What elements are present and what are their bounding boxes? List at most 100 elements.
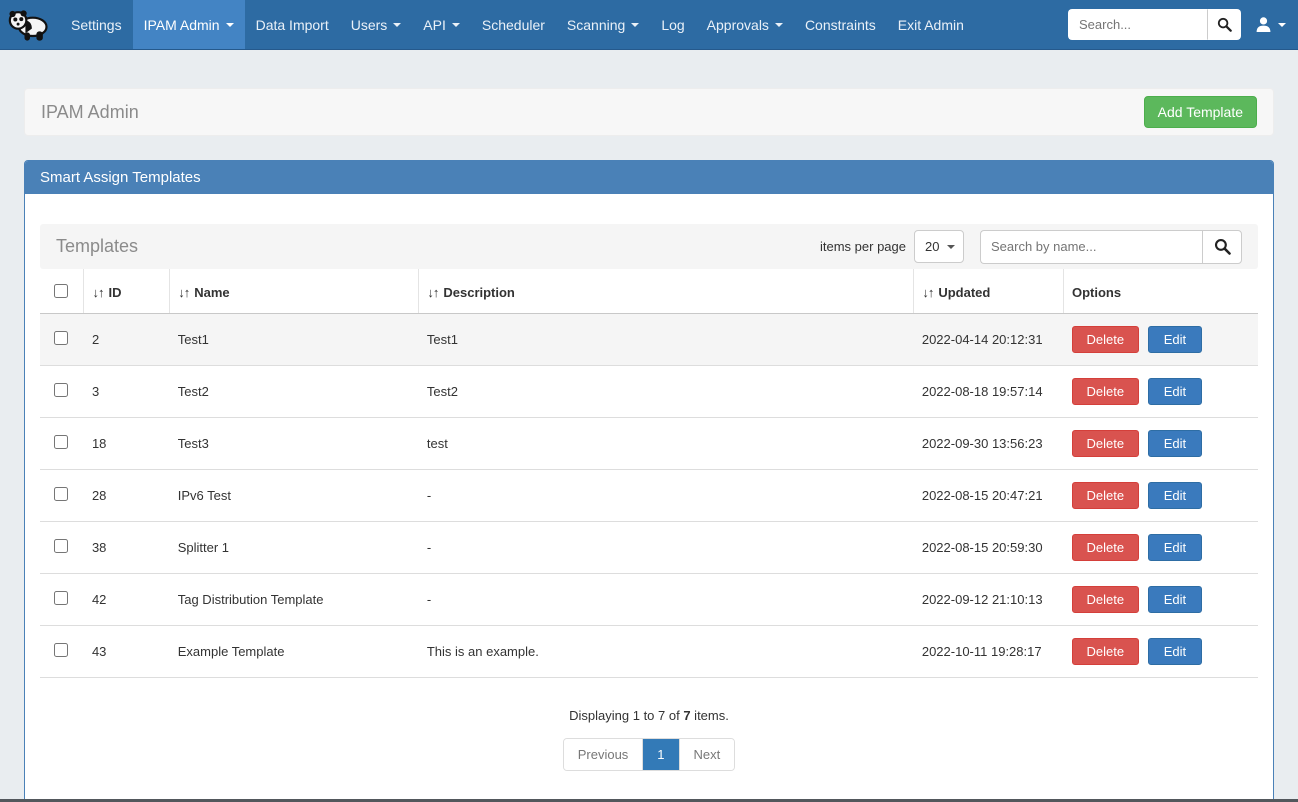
items-per-page-select[interactable]: 20 xyxy=(914,230,964,263)
nav-item-scanning[interactable]: Scanning xyxy=(556,0,650,49)
nav-item-label: Log xyxy=(661,17,684,33)
select-all-checkbox[interactable] xyxy=(54,284,68,298)
table-row: 28 IPv6 Test - 2022-08-15 20:47:21 Delet… xyxy=(40,470,1258,522)
results-summary: Displaying 1 to 7 of 7 items. xyxy=(40,708,1258,723)
cell-name: Test2 xyxy=(170,366,419,418)
table-row: 18 Test3 test 2022-09-30 13:56:23 Delete… xyxy=(40,418,1258,470)
sort-icon[interactable]: ↓↑ xyxy=(427,285,438,300)
nav-item-label: API xyxy=(423,17,446,33)
navbar: Settings IPAM Admin Data Import Users AP… xyxy=(0,0,1298,50)
sort-icon[interactable]: ↓↑ xyxy=(92,285,103,300)
nav-item-settings[interactable]: Settings xyxy=(60,0,133,49)
cell-id: 3 xyxy=(84,366,170,418)
cell-description: - xyxy=(419,470,914,522)
cell-checkbox xyxy=(40,626,84,678)
nav-item-data-import[interactable]: Data Import xyxy=(245,0,340,49)
row-checkbox[interactable] xyxy=(54,383,68,397)
cell-options: Delete Edit xyxy=(1064,366,1259,418)
row-checkbox[interactable] xyxy=(54,435,68,449)
row-checkbox[interactable] xyxy=(54,487,68,501)
header-options: Options xyxy=(1064,269,1259,314)
nav-item-users[interactable]: Users xyxy=(340,0,413,49)
search-icon xyxy=(1217,17,1232,32)
edit-button[interactable]: Edit xyxy=(1148,326,1202,353)
cell-checkbox xyxy=(40,366,84,418)
header-description[interactable]: ↓↑Description xyxy=(419,269,914,314)
screen: Settings IPAM Admin Data Import Users AP… xyxy=(0,0,1298,802)
panda-logo-icon[interactable] xyxy=(0,0,60,49)
cell-name: Test1 xyxy=(170,314,419,366)
search-by-name-input[interactable] xyxy=(980,230,1202,264)
user-menu-button[interactable] xyxy=(1255,16,1286,33)
add-template-button[interactable]: Add Template xyxy=(1144,96,1257,128)
table-row: 3 Test2 Test2 2022-08-18 19:57:14 Delete… xyxy=(40,366,1258,418)
nav-item-scheduler[interactable]: Scheduler xyxy=(471,0,556,49)
cell-options: Delete Edit xyxy=(1064,418,1259,470)
nav-items: Settings IPAM Admin Data Import Users AP… xyxy=(60,0,975,49)
page-1-button[interactable]: 1 xyxy=(642,739,678,770)
row-checkbox[interactable] xyxy=(54,591,68,605)
toolbar-controls: items per page 20 xyxy=(820,230,1242,264)
nav-item-constraints[interactable]: Constraints xyxy=(794,0,887,49)
row-checkbox[interactable] xyxy=(54,539,68,553)
caret-down-icon xyxy=(226,23,234,27)
cell-id: 28 xyxy=(84,470,170,522)
cell-updated: 2022-10-11 19:28:17 xyxy=(914,626,1064,678)
pagination: Previous 1 Next xyxy=(563,738,736,771)
select-all-header xyxy=(40,269,84,314)
edit-button[interactable]: Edit xyxy=(1148,378,1202,405)
cell-checkbox xyxy=(40,418,84,470)
delete-button[interactable]: Delete xyxy=(1072,378,1140,405)
nav-item-api[interactable]: API xyxy=(412,0,471,49)
panel-heading: Smart Assign Templates xyxy=(25,161,1273,194)
next-page-button[interactable]: Next xyxy=(679,739,735,770)
nav-item-label: Settings xyxy=(71,17,122,33)
table-search-group xyxy=(980,230,1242,264)
table-row: 43 Example Template This is an example. … xyxy=(40,626,1258,678)
delete-button[interactable]: Delete xyxy=(1072,638,1140,665)
table-row: 38 Splitter 1 - 2022-08-15 20:59:30 Dele… xyxy=(40,522,1258,574)
delete-button[interactable]: Delete xyxy=(1072,586,1140,613)
caret-down-icon xyxy=(775,23,783,27)
sort-icon[interactable]: ↓↑ xyxy=(922,285,933,300)
cell-updated: 2022-09-30 13:56:23 xyxy=(914,418,1064,470)
row-checkbox[interactable] xyxy=(54,643,68,657)
row-checkbox[interactable] xyxy=(54,331,68,345)
header-name[interactable]: ↓↑Name xyxy=(170,269,419,314)
cell-description: test xyxy=(419,418,914,470)
edit-button[interactable]: Edit xyxy=(1148,430,1202,457)
nav-item-label: Approvals xyxy=(707,17,769,33)
delete-button[interactable]: Delete xyxy=(1072,534,1140,561)
templates-toolbar: Templates items per page 20 xyxy=(40,224,1258,269)
edit-button[interactable]: Edit xyxy=(1148,482,1202,509)
cell-updated: 2022-04-14 20:12:31 xyxy=(914,314,1064,366)
previous-page-button[interactable]: Previous xyxy=(564,739,643,770)
panda-logo-svg xyxy=(8,8,52,42)
header-updated[interactable]: ↓↑ Updated xyxy=(914,269,1064,314)
user-icon xyxy=(1255,16,1272,33)
navbar-search-button[interactable] xyxy=(1208,9,1241,40)
cell-updated: 2022-08-15 20:47:21 xyxy=(914,470,1064,522)
header-label: Updated xyxy=(938,285,990,300)
cell-id: 43 xyxy=(84,626,170,678)
cell-id: 38 xyxy=(84,522,170,574)
nav-item-exit-admin[interactable]: Exit Admin xyxy=(887,0,975,49)
header-label: ID xyxy=(108,285,121,300)
table-search-button[interactable] xyxy=(1202,230,1242,264)
edit-button[interactable]: Edit xyxy=(1148,586,1202,613)
nav-item-approvals[interactable]: Approvals xyxy=(696,0,794,49)
header-id[interactable]: ↓↑ ID xyxy=(84,269,170,314)
cell-description: Test1 xyxy=(419,314,914,366)
edit-button[interactable]: Edit xyxy=(1148,534,1202,561)
edit-button[interactable]: Edit xyxy=(1148,638,1202,665)
delete-button[interactable]: Delete xyxy=(1072,326,1140,353)
main-container: IPAM Admin Add Template Smart Assign Tem… xyxy=(0,88,1298,802)
navbar-search-group xyxy=(1068,9,1241,40)
delete-button[interactable]: Delete xyxy=(1072,482,1140,509)
nav-item-ipam-admin[interactable]: IPAM Admin xyxy=(133,0,245,49)
nav-item-log[interactable]: Log xyxy=(650,0,695,49)
navbar-search-input[interactable] xyxy=(1068,9,1208,40)
sort-icon[interactable]: ↓↑ xyxy=(178,285,189,300)
table-row: 2 Test1 Test1 2022-04-14 20:12:31 Delete… xyxy=(40,314,1258,366)
delete-button[interactable]: Delete xyxy=(1072,430,1140,457)
